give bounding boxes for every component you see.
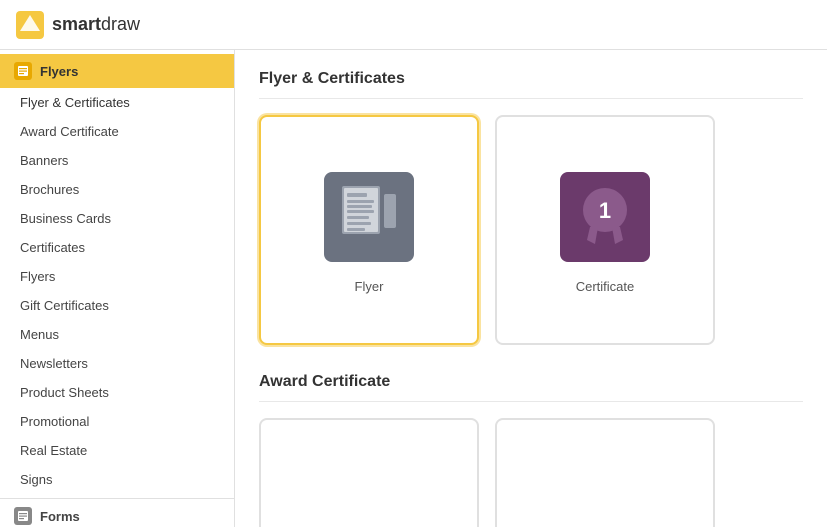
sidebar-item-brochures[interactable]: Brochures [0,175,234,204]
award-card-1[interactable] [259,418,479,527]
sidebar-item-promotional[interactable]: Promotional [0,407,234,436]
sidebar-item-certificates[interactable]: Certificates [0,233,234,262]
logo[interactable]: smartdraw [16,11,140,39]
certificate-card[interactable]: 1 Certificate [495,115,715,345]
section-title-award-certificate: Award Certificate [259,373,803,402]
sidebar-item-flyers[interactable]: Flyers [0,262,234,291]
flyers-section-icon [14,62,32,80]
sidebar-item-menus[interactable]: Menus [0,320,234,349]
award-certificates-grid [259,418,803,527]
sidebar-item-product-sheets[interactable]: Product Sheets [0,378,234,407]
sidebar-item-business-cards[interactable]: Business Cards [0,204,234,233]
certificate-icon: 1 [560,172,650,262]
sidebar-item-award-certificate[interactable]: Award Certificate [0,117,234,146]
header: smartdraw [0,0,827,50]
flyer-card[interactable]: Flyer [259,115,479,345]
sidebar-item-flyer-certificates[interactable]: Flyer & Certificates [0,88,234,117]
content-area: Flyer & Certificates [235,50,827,527]
sidebar-header-flyers[interactable]: Flyers [0,54,234,88]
sidebar-item-newsletters[interactable]: Newsletters [0,349,234,378]
flyer-icon-wrapper [319,167,419,267]
flyer-icon [324,172,414,262]
award-card-2[interactable] [495,418,715,527]
forms-section-icon [14,507,32,525]
flyer-card-label: Flyer [355,279,384,294]
certificate-card-label: Certificate [576,279,635,294]
flyer-certificates-grid: Flyer 1 [259,115,803,345]
sidebar-item-signs[interactable]: Signs [0,465,234,494]
section-title-flyer-certificates: Flyer & Certificates [259,70,803,99]
sidebar-header-label: Flyers [40,64,78,79]
sidebar: Flyers Flyer & Certificates Award Certif… [0,50,235,527]
main-layout: Flyers Flyer & Certificates Award Certif… [0,50,827,527]
logo-text: smartdraw [52,14,140,35]
sidebar-item-gift-certificates[interactable]: Gift Certificates [0,291,234,320]
sidebar-item-banners[interactable]: Banners [0,146,234,175]
forms-label: Forms [40,509,80,524]
smartdraw-logo-icon [16,11,44,39]
sidebar-section-flyers: Flyers Flyer & Certificates Award Certif… [0,50,234,498]
sidebar-footer-forms[interactable]: Forms [0,498,234,527]
certificate-icon-wrapper: 1 [555,167,655,267]
sidebar-item-real-estate[interactable]: Real Estate [0,436,234,465]
svg-text:1: 1 [599,198,611,223]
